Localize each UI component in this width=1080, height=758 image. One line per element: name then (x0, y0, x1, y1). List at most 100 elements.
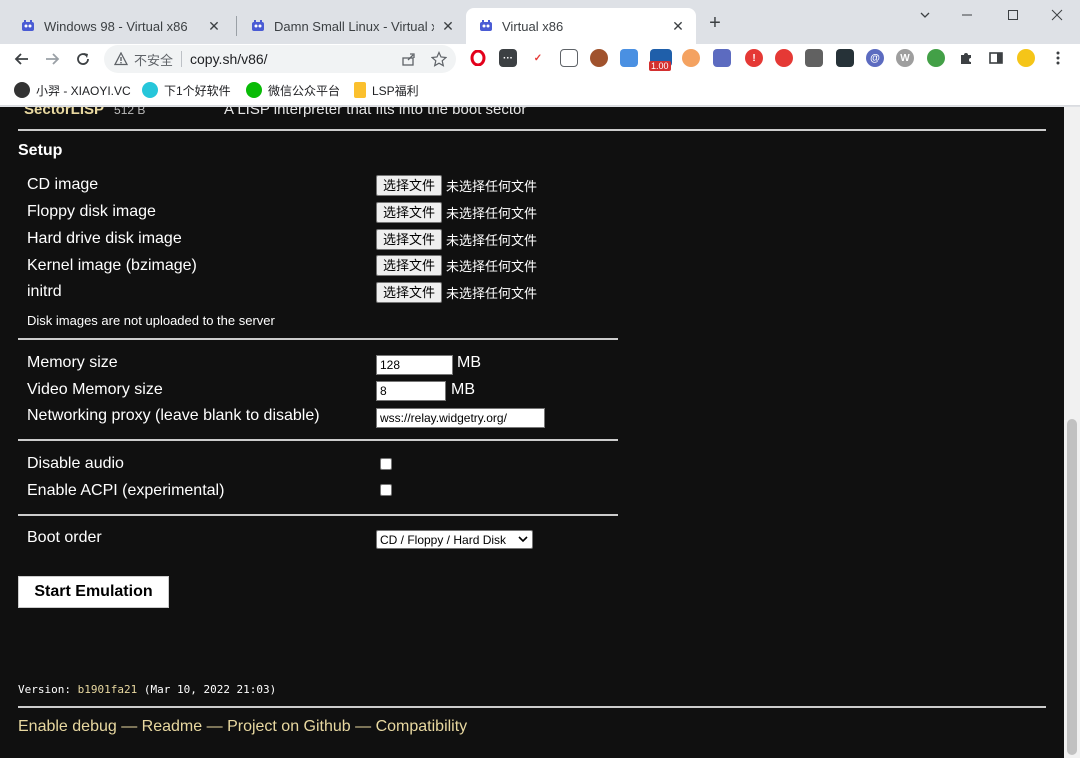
readme-link[interactable]: Readme (142, 718, 202, 735)
version-prefix: Version: (18, 683, 71, 696)
setup-heading: Setup (18, 142, 63, 159)
choose-file-button[interactable]: 选择文件 (376, 282, 443, 303)
tab-close-icon[interactable]: ✕ (440, 18, 456, 34)
floppy-image-input[interactable]: 选择文件 未选择任何文件 (376, 202, 537, 223)
browser-menu-button[interactable] (1049, 49, 1067, 67)
tab-close-icon[interactable]: ✕ (206, 18, 222, 34)
block-extension-icon[interactable] (775, 49, 793, 67)
file-status: 未选择任何文件 (446, 259, 538, 274)
tab-strip: Windows 98 - Virtual x86 ✕ Damn Small Li… (0, 0, 1080, 44)
maximize-button[interactable] (990, 0, 1036, 30)
initrd-input[interactable]: 选择文件 未选择任何文件 (376, 282, 537, 303)
footer-links: Enable debug — Readme — Project on Githu… (18, 718, 467, 736)
scrollbar-thumb[interactable] (1067, 419, 1077, 755)
minimize-icon (962, 14, 972, 16)
sectorlisp-size: 512 B (114, 107, 146, 117)
back-button[interactable] (10, 47, 34, 71)
tab-windows98[interactable]: Windows 98 - Virtual x86 ✕ (8, 8, 232, 44)
new-tab-button[interactable]: + (703, 12, 727, 36)
copy-extension-icon[interactable] (560, 49, 578, 67)
start-emulation-button[interactable]: Start Emulation (18, 576, 169, 608)
url-text[interactable]: copy.sh/v86/ (190, 51, 268, 67)
file-status: 未选择任何文件 (446, 206, 538, 221)
side-panel-button[interactable] (987, 49, 1005, 67)
profile-avatar[interactable] (1017, 49, 1035, 67)
tab-search-button[interactable] (902, 0, 948, 30)
sectorlisp-name[interactable]: SectorLISP (24, 107, 104, 118)
flag-extension-icon[interactable] (805, 49, 823, 67)
cookie-extension-icon[interactable] (590, 49, 608, 67)
choose-file-button[interactable]: 选择文件 (376, 255, 443, 276)
bookmark-software[interactable]: 下1个好软件 (142, 81, 231, 99)
pen-extension-icon[interactable]: ✓ (529, 49, 547, 67)
memory-unit: MB (457, 354, 481, 371)
sectorlisp-row[interactable]: SectorLISP 512 B A LISP interpreter that… (24, 107, 526, 119)
boot-order-value: CD / Floppy / Hard Disk (380, 532, 507, 547)
enable-debug-link[interactable]: Enable debug (18, 718, 117, 735)
tab-damn-small-linux[interactable]: Damn Small Linux - Virtual x86 ✕ (238, 8, 466, 44)
choose-file-button[interactable]: 选择文件 (376, 202, 443, 223)
reload-button[interactable] (71, 47, 95, 71)
initrd-label: initrd (27, 283, 62, 300)
tab-title: Virtual x86 (502, 18, 564, 34)
proxy-input[interactable]: wss://relay.widgetry.org/ (376, 408, 545, 428)
page-scrollbar[interactable] (1064, 107, 1080, 758)
image-extension-icon[interactable] (620, 49, 638, 67)
close-window-button[interactable] (1034, 0, 1080, 30)
kernel-image-input[interactable]: 选择文件 未选择任何文件 (376, 255, 537, 276)
choose-file-button[interactable]: 选择文件 (376, 175, 443, 196)
chevron-down-icon (518, 536, 528, 543)
bookmark-wechat[interactable]: 微信公众平台 (246, 81, 340, 99)
puzzle-icon (961, 53, 971, 64)
share-button[interactable] (400, 50, 418, 68)
chevron-down-icon (920, 12, 930, 18)
enable-acpi-checkbox[interactable] (380, 484, 392, 496)
compatibility-link[interactable]: Compatibility (376, 718, 468, 735)
alert-extension-icon[interactable]: ! (745, 49, 763, 67)
file-status: 未选择任何文件 (446, 179, 538, 194)
monkey-extension-icon[interactable] (682, 49, 700, 67)
tab-title: Damn Small Linux - Virtual x86 (274, 18, 434, 34)
opera-extension-icon[interactable] (469, 49, 487, 67)
app-icon (142, 82, 158, 98)
arrow-left-icon (14, 53, 28, 65)
at-extension-icon[interactable]: @ (866, 49, 884, 67)
puzzle-extension-icon[interactable] (713, 49, 731, 67)
page-content: SectorLISP 512 B A LISP interpreter that… (0, 107, 1064, 758)
proxy-label: Networking proxy (leave blank to disable… (27, 407, 320, 424)
divider (18, 338, 618, 340)
bookmark-xiaoyi[interactable]: 小羿 - XIAOYI.VC (14, 81, 131, 99)
forward-button[interactable] (40, 47, 64, 71)
video-memory-input[interactable]: 8 (376, 381, 446, 401)
cd-image-input[interactable]: 选择文件 未选择任何文件 (376, 175, 537, 196)
disable-audio-label: Disable audio (27, 455, 124, 472)
menu-extension-icon[interactable]: ··· (499, 49, 517, 67)
boot-order-select[interactable]: CD / Floppy / Hard Disk (376, 530, 533, 549)
github-link[interactable]: Project on Github (227, 718, 351, 735)
bookmark-lsp[interactable]: LSP福利 (354, 81, 419, 99)
minimize-button[interactable] (944, 0, 990, 30)
upload-note: Disk images are not uploaded to the serv… (27, 313, 275, 328)
bookmark-star-button[interactable] (430, 50, 448, 68)
w-extension-icon[interactable]: W (896, 49, 914, 67)
security-label[interactable]: 不安全 (134, 50, 173, 69)
extension-badge: 1.00 (649, 61, 671, 71)
disable-audio-checkbox[interactable] (380, 458, 392, 470)
dark-extension-icon[interactable] (836, 49, 854, 67)
hard-drive-image-label: Hard drive disk image (27, 230, 182, 247)
tab-title: Windows 98 - Virtual x86 (44, 18, 188, 34)
tab-virtual-x86[interactable]: Virtual x86 ✕ (466, 8, 696, 44)
version-hash-link[interactable]: b1901fa21 (78, 683, 138, 696)
v86-favicon-icon (22, 20, 34, 31)
cd-image-label: CD image (27, 176, 99, 193)
kernel-image-label: Kernel image (bzimage) (27, 257, 197, 274)
bookmark-label: 下1个好软件 (164, 83, 231, 98)
choose-file-button[interactable]: 选择文件 (376, 229, 443, 250)
side-panel-icon (989, 52, 1003, 64)
sync-extension-icon[interactable] (927, 49, 945, 67)
memory-size-input[interactable]: 128 (376, 355, 453, 375)
tab-close-icon[interactable]: ✕ (670, 18, 686, 34)
hard-drive-image-input[interactable]: 选择文件 未选择任何文件 (376, 229, 537, 250)
file-status: 未选择任何文件 (446, 286, 538, 301)
extensions-menu-button[interactable] (957, 49, 975, 67)
